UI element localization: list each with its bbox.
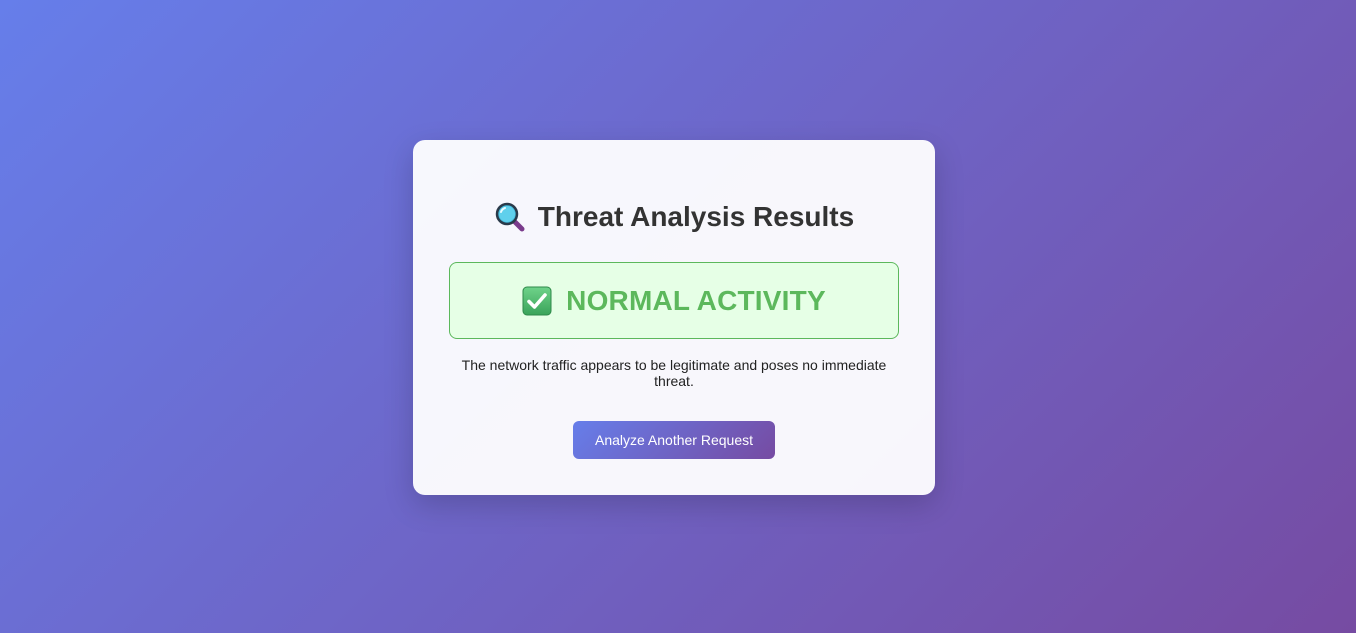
page-title: Threat Analysis Results [413, 199, 935, 235]
title-text: Threat Analysis Results [537, 201, 855, 232]
page-background: { "result_card": { "title": "Threat Anal… [0, 0, 1356, 633]
result-card: Threat Analysis Results NORMAL ACTIVITY … [413, 140, 935, 495]
magnifying-glass-icon [494, 201, 526, 233]
result-description: The network traffic appears to be legiti… [461, 357, 887, 389]
analyze-another-request-button[interactable]: Analyze Another Request [573, 421, 775, 459]
check-mark-button-icon [522, 286, 552, 316]
status-box: NORMAL ACTIVITY [449, 262, 899, 339]
status-label: NORMAL ACTIVITY [566, 284, 826, 316]
